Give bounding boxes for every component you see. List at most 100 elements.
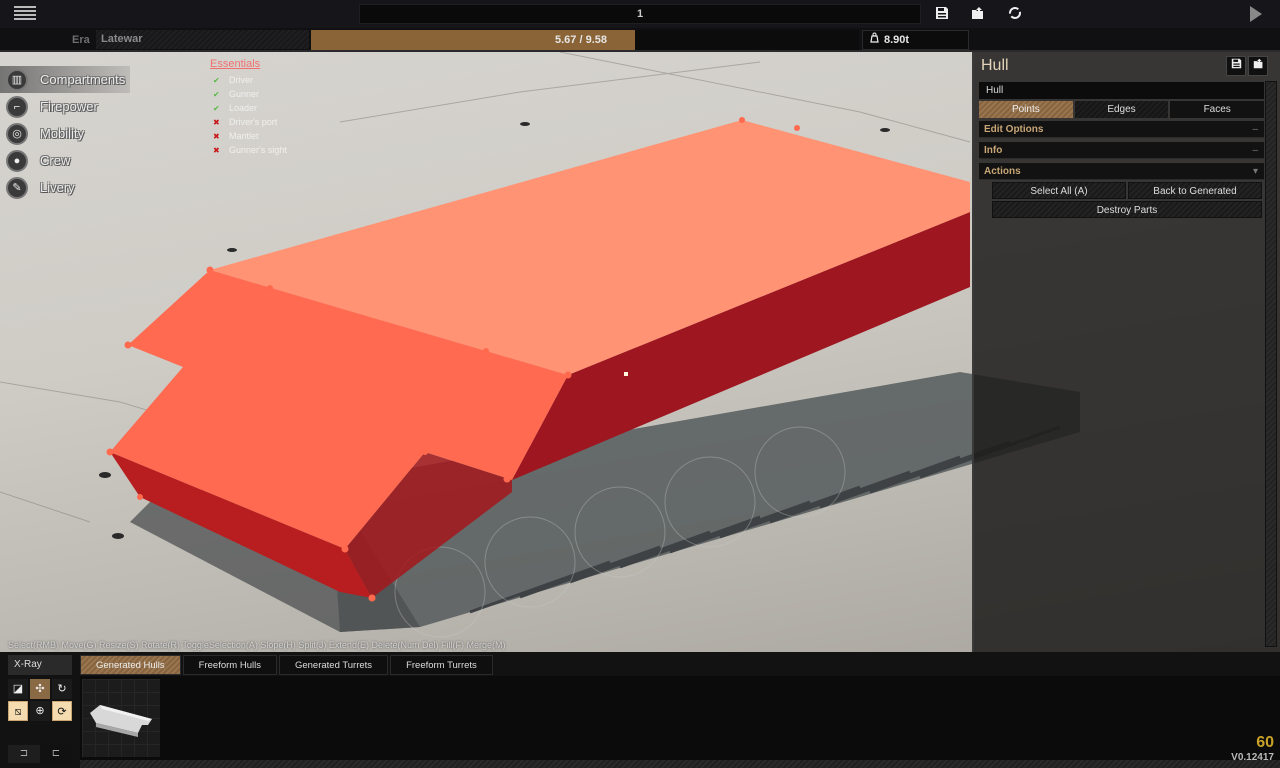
sphere-grid-icon[interactable]: ⊕ [30,701,50,721]
tab-freeform-hulls[interactable]: Freeform Hulls [182,655,277,675]
panel-title: Hull [981,57,1009,74]
tank-designer-app: ▥ Compartments ⌐ Firepower ◎ Mobility ● … [0,0,1280,768]
section-edit-options[interactable]: Edit Options – [979,121,1264,138]
redo-icon[interactable]: ⊏ [40,745,72,763]
wheel-icon: ◎ [6,122,28,145]
folder-open-icon [1253,58,1262,69]
back-to-generated-button[interactable]: Back to Generated [1128,182,1262,199]
essential-label: Driver [229,75,253,85]
category-label: Mobility [40,126,85,141]
category-firepower[interactable]: ⌐ Firepower [0,93,200,120]
hull-preview-icon [90,705,152,737]
design-name-field[interactable]: 1 [359,4,921,24]
refresh-icon[interactable] [1007,6,1023,22]
section-label: Edit Options [984,124,1044,135]
hamburger-menu-icon[interactable] [14,6,36,22]
pivot-marker[interactable] [624,372,628,376]
xray-toggle[interactable]: X-Ray [8,655,72,675]
essential-item: ✖ Gunner's sight [210,143,287,157]
tab-faces[interactable]: Faces [1170,101,1265,118]
check-icon: ✔ [213,103,220,113]
destroy-parts-button[interactable]: Destroy Parts [992,201,1262,218]
category-livery[interactable]: ✎ Livery [0,174,200,201]
essential-item: ✔ Loader [210,101,287,115]
top-toolbar: 1 [0,0,1280,28]
essential-label: Mantlet [229,131,259,141]
tab-points[interactable]: Points [979,101,1073,118]
check-icon: ✔ [213,89,220,99]
era-label: Era [72,34,90,46]
folder-open-icon[interactable] [970,6,986,22]
essential-item: ✔ Gunner [210,87,287,101]
version-label: V0.12417 [1231,752,1274,763]
library-area [80,676,1280,760]
transform-tools: ◪ ✣ ↻ ⧅ ⊕ ⟳ [8,679,72,721]
tonnage-display: 8.90t [862,30,969,50]
expand-icon: ▾ [1252,166,1258,177]
select-all-button[interactable]: Select All (A) [992,182,1126,199]
essential-item: ✔ Driver [210,73,287,87]
cannon-icon: ⌐ [6,95,28,118]
panel-load-button[interactable] [1248,56,1268,76]
play-icon[interactable] [1250,6,1262,22]
part-name-field[interactable]: Hull [979,82,1264,99]
essential-label: Driver's port [229,117,278,127]
category-compartments[interactable]: ▥ Compartments [0,66,130,93]
collapse-icon: – [1252,124,1258,135]
floppy-disk-icon [1231,58,1241,69]
cross-icon: ✖ [213,145,220,155]
section-actions[interactable]: Actions ▾ [979,163,1264,180]
section-label: Info [984,145,1003,156]
essential-item: ✖ Mantlet [210,129,287,143]
move-icon[interactable]: ✣ [30,679,50,699]
snap-icon[interactable]: ⧅ [8,701,28,721]
weight-progress-text: 5.67 / 9.58 [555,34,607,46]
essentials-checklist: Essentials ✔ Driver ✔ Gunner ✔ Loader ✖ Driv… [210,58,287,157]
weight-progress-bar: 5.67 / 9.58 [311,30,859,50]
panel-save-button[interactable] [1226,56,1246,76]
tonnage-value: 8.90t [884,34,910,46]
weight-icon [869,31,880,49]
book-icon: ▥ [6,68,28,91]
category-label: Livery [40,180,75,195]
library-scrollbar[interactable] [80,760,1280,768]
orbit-icon[interactable]: ⟳ [52,701,72,721]
era-selector[interactable]: Latewar [96,30,309,49]
tab-generated-turrets[interactable]: Generated Turrets [278,655,389,675]
panel-scrollbar[interactable] [1265,81,1277,647]
category-label: Compartments [40,72,126,87]
essential-item: ✖ Driver's port [210,115,287,129]
rotate-icon[interactable]: ↻ [52,679,72,699]
keyboard-hints: Select(RMB) Move(G) Resize(S) Rotate(R) … [8,640,506,650]
cross-icon: ✖ [213,131,220,141]
stats-row: Era Latewar 5.67 / 9.58 8.90t [0,28,1280,52]
undo-redo-group: ⊐ ⊏ [8,745,72,763]
edit-mode-tabs: Points Edges Faces [979,101,1265,118]
category-mobility[interactable]: ◎ Mobility [0,120,200,147]
resize-icon[interactable]: ◪ [8,679,28,699]
hull-thumbnail[interactable] [82,679,160,757]
person-icon: ● [6,149,28,172]
essentials-title[interactable]: Essentials [210,58,287,70]
category-label: Firepower [40,99,98,114]
bottom-panel: X-Ray ◪ ✣ ↻ ⧅ ⊕ ⟳ ⊐ ⊏ Generated Hulls Fr… [0,652,1280,768]
section-label: Actions [984,166,1021,177]
category-menu: ▥ Compartments ⌐ Firepower ◎ Mobility ● … [0,66,200,201]
check-icon: ✔ [213,75,220,85]
paintbrush-icon: ✎ [6,176,28,199]
tab-generated-hulls[interactable]: Generated Hulls [80,655,181,675]
tab-freeform-turrets[interactable]: Freeform Turrets [390,655,493,675]
category-crew[interactable]: ● Crew [0,147,200,174]
tab-edges[interactable]: Edges [1074,101,1169,118]
floppy-disk-icon[interactable] [934,6,950,22]
hull-properties-panel: Hull Hull Points Edges Faces Edit Option… [972,52,1280,652]
collapse-icon: – [1252,145,1258,156]
fps-counter: 60 [1256,734,1274,751]
section-info[interactable]: Info – [979,142,1264,159]
cross-icon: ✖ [213,117,220,127]
essential-label: Gunner [229,89,260,99]
library-tabs: Generated Hulls Freeform Hulls Generated… [80,655,493,675]
essential-label: Gunner's sight [229,145,287,155]
undo-icon[interactable]: ⊐ [8,745,40,763]
essential-label: Loader [229,103,258,113]
